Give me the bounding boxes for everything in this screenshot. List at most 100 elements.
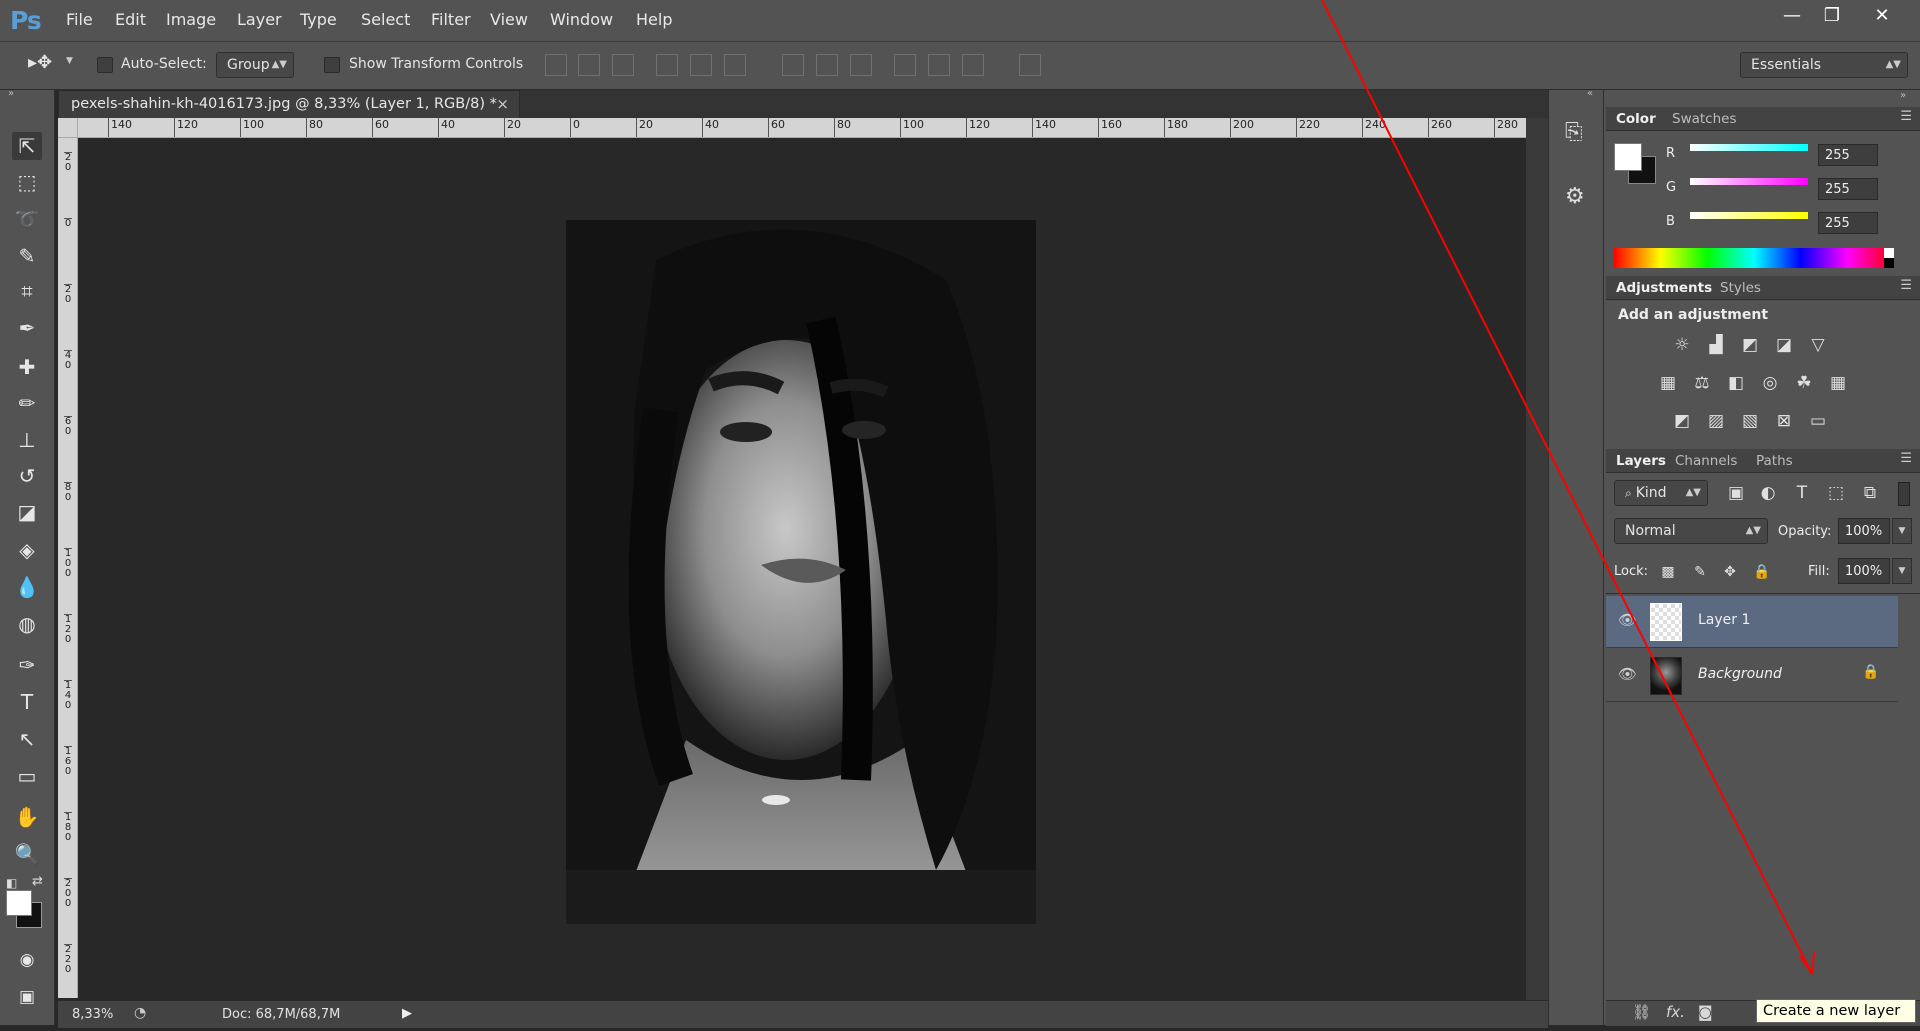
- lock-transparent-pixels-icon[interactable]: ▩: [1656, 561, 1680, 583]
- default-colors-icon[interactable]: ◧: [6, 876, 17, 890]
- brightness-contrast-icon[interactable]: ☼: [1670, 334, 1694, 356]
- swap-colors-icon[interactable]: ⇄: [32, 874, 43, 889]
- align-horizontal-center-icon[interactable]: [690, 54, 712, 76]
- rectangular-marquee-tool-icon[interactable]: ⬚: [12, 168, 42, 196]
- expand-panels-icon[interactable]: »: [1900, 90, 1906, 101]
- posterize-icon[interactable]: ▨: [1704, 410, 1728, 432]
- distribute-right-icon[interactable]: [962, 54, 984, 76]
- levels-icon[interactable]: ▟: [1704, 334, 1728, 356]
- red-channel-slider[interactable]: [1690, 144, 1808, 151]
- quick-selection-tool-icon[interactable]: ✎: [12, 242, 42, 270]
- show-transform-checkbox[interactable]: [324, 57, 340, 73]
- tab-layers[interactable]: Layers: [1616, 453, 1666, 469]
- panel-menu-icon[interactable]: ☰: [1900, 451, 1912, 466]
- vertical-ruler[interactable]: 20 0 20 40 60 80 100 120 140 160 180 200 220: [58, 138, 78, 998]
- blur-tool-icon[interactable]: 💧: [12, 573, 42, 601]
- fill-input[interactable]: 100%: [1838, 558, 1890, 584]
- threshold-icon[interactable]: ▧: [1738, 410, 1762, 432]
- eyedropper-tool-icon[interactable]: ✒: [12, 314, 42, 342]
- menu-type[interactable]: Type: [300, 10, 337, 29]
- add-mask-icon[interactable]: ◙: [1698, 1003, 1713, 1021]
- auto-align-layers-icon[interactable]: [1019, 54, 1041, 76]
- layer-row-layer-1[interactable]: 👁 Layer 1: [1606, 596, 1898, 648]
- history-panel-icon[interactable]: ⎘: [1565, 120, 1583, 145]
- black-white-icon[interactable]: ◧: [1724, 372, 1748, 394]
- lock-position-icon[interactable]: ✥: [1718, 561, 1742, 583]
- hue-saturation-icon[interactable]: ▦: [1656, 372, 1680, 394]
- align-top-icon[interactable]: [545, 54, 567, 76]
- filter-pixel-layers-icon[interactable]: ▣: [1724, 482, 1748, 504]
- filter-smart-objects-icon[interactable]: ⧉: [1858, 482, 1882, 504]
- move-tool-preset-icon[interactable]: ▸✥: [28, 52, 52, 73]
- tab-paths[interactable]: Paths: [1756, 453, 1793, 469]
- status-info-icon[interactable]: ◔: [134, 1005, 146, 1021]
- distribute-horizontal-center-icon[interactable]: [928, 54, 950, 76]
- blue-channel-slider[interactable]: [1690, 212, 1808, 219]
- green-channel-slider[interactable]: [1690, 178, 1808, 185]
- invert-icon[interactable]: ◩: [1670, 410, 1694, 432]
- gradient-map-icon[interactable]: ▭: [1806, 410, 1830, 432]
- pen-tool-icon[interactable]: ✑: [12, 651, 42, 679]
- dodge-tool-icon[interactable]: ◍: [12, 610, 42, 638]
- document-image[interactable]: [566, 220, 1036, 924]
- menu-window[interactable]: Window: [550, 10, 613, 29]
- collapse-icon[interactable]: «: [1587, 88, 1593, 99]
- vibrance-icon[interactable]: ▽: [1806, 334, 1830, 356]
- foreground-color-chip[interactable]: [1614, 143, 1642, 171]
- white-swatch[interactable]: [1884, 248, 1894, 258]
- chevron-down-icon[interactable]: ▼: [66, 56, 73, 66]
- hand-tool-icon[interactable]: ✋: [12, 803, 42, 831]
- menu-layer[interactable]: Layer: [237, 10, 282, 29]
- layer-name[interactable]: Layer 1: [1698, 612, 1750, 628]
- filter-adjustment-layers-icon[interactable]: ◐: [1756, 482, 1780, 504]
- fill-slider-arrow-icon[interactable]: ▼: [1892, 558, 1912, 584]
- align-left-icon[interactable]: [656, 54, 678, 76]
- layer-filter-kind-dropdown[interactable]: ⌕ Kind ▲▼: [1614, 480, 1708, 506]
- exposure-icon[interactable]: ◪: [1772, 334, 1796, 356]
- rectangle-tool-icon[interactable]: ▭: [12, 762, 42, 790]
- path-selection-tool-icon[interactable]: ↖: [12, 725, 42, 753]
- filter-shape-layers-icon[interactable]: ⬚: [1824, 482, 1848, 504]
- lock-all-icon[interactable]: 🔒: [1750, 561, 1774, 583]
- document-tab[interactable]: pexels-shahin-kh-4016173.jpg @ 8,33% (La…: [58, 90, 520, 118]
- properties-panel-icon[interactable]: ⚙: [1565, 184, 1585, 209]
- menu-view[interactable]: View: [490, 10, 528, 29]
- filter-toggle-switch[interactable]: [1898, 482, 1910, 506]
- channel-mixer-icon[interactable]: ☘: [1792, 372, 1816, 394]
- panel-menu-icon[interactable]: ☰: [1900, 109, 1912, 124]
- move-tool-icon[interactable]: ⇱: [12, 132, 42, 160]
- close-tab-icon[interactable]: ×: [496, 95, 509, 113]
- black-swatch[interactable]: [1884, 258, 1894, 268]
- tab-adjustments[interactable]: Adjustments: [1616, 280, 1712, 296]
- tab-styles[interactable]: Styles: [1720, 280, 1761, 296]
- layer-row-background[interactable]: 👁 Background 🔒: [1606, 650, 1898, 702]
- workspace-dropdown[interactable]: Essentials ▲▼: [1740, 52, 1908, 78]
- color-balance-icon[interactable]: ⚖: [1690, 372, 1714, 394]
- opacity-input[interactable]: 100%: [1838, 518, 1890, 544]
- screen-mode-icon[interactable]: ▣: [12, 983, 42, 1011]
- layer-style-fx-icon[interactable]: fx.: [1666, 1003, 1685, 1021]
- eraser-tool-icon[interactable]: ◪: [12, 498, 42, 526]
- curves-icon[interactable]: ◩: [1738, 334, 1762, 356]
- align-right-icon[interactable]: [724, 54, 746, 76]
- history-brush-tool-icon[interactable]: ↺: [12, 462, 42, 490]
- distribute-top-icon[interactable]: [782, 54, 804, 76]
- crop-tool-icon[interactable]: ⌗: [12, 277, 42, 305]
- zoom-tool-icon[interactable]: 🔍: [12, 840, 42, 868]
- distribute-left-icon[interactable]: [894, 54, 916, 76]
- blend-mode-dropdown[interactable]: Normal ▲▼: [1614, 518, 1768, 544]
- green-channel-value[interactable]: 255: [1818, 178, 1878, 200]
- quick-mask-icon[interactable]: ◉: [12, 946, 42, 974]
- selective-color-icon[interactable]: ⊠: [1772, 410, 1796, 432]
- filter-type-layers-icon[interactable]: T: [1790, 482, 1814, 504]
- zoom-level[interactable]: 8,33%: [72, 1007, 113, 1022]
- align-vertical-center-icon[interactable]: [578, 54, 600, 76]
- opacity-slider-arrow-icon[interactable]: ▼: [1892, 518, 1912, 544]
- type-tool-icon[interactable]: T: [12, 688, 42, 716]
- link-layers-icon[interactable]: ⛓: [1632, 1003, 1651, 1021]
- panel-menu-icon[interactable]: ☰: [1900, 278, 1912, 293]
- horizontal-ruler[interactable]: 140 120 100 80 60 40 20 0 20 40 60 80 100 120 140 160 18…: [78, 118, 1526, 138]
- collapse-icon[interactable]: »: [8, 88, 14, 99]
- distribute-bottom-icon[interactable]: [850, 54, 872, 76]
- layer-name[interactable]: Background: [1698, 666, 1782, 682]
